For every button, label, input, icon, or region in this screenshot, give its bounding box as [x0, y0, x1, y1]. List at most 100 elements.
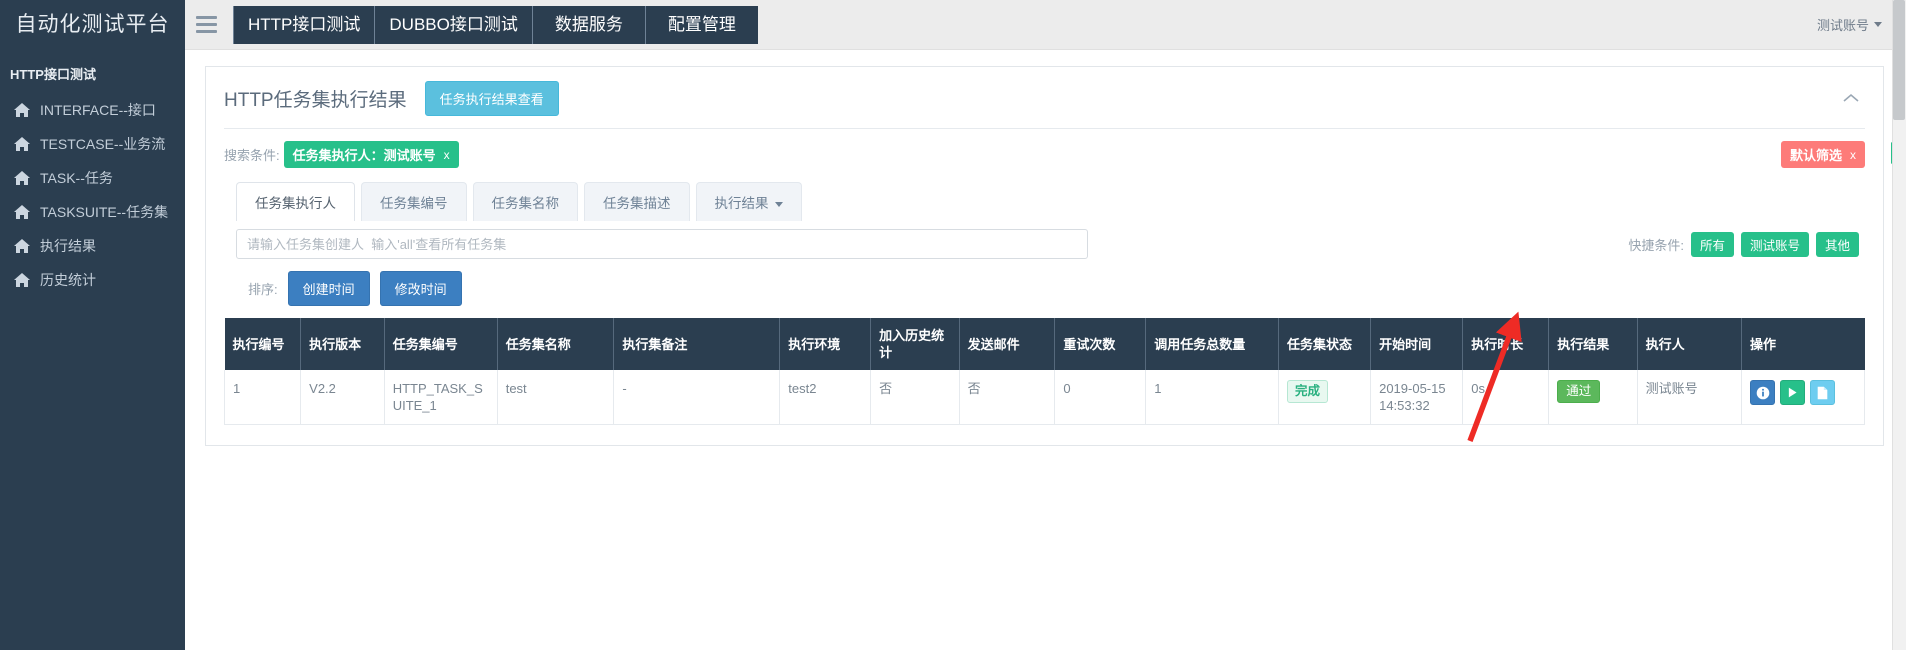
- search-condition-label: 搜索条件:: [224, 148, 280, 163]
- nav-tab-http[interactable]: HTTP接口测试: [233, 5, 376, 44]
- sidebar-item-tasksuite[interactable]: TASKSUITE--任务集: [0, 195, 185, 229]
- tab-exec-result[interactable]: 执行结果: [695, 182, 802, 221]
- top-navbar: HTTP接口测试 DUBBO接口测试 数据服务 配置管理 测试账号: [185, 0, 1906, 50]
- document-icon[interactable]: [1810, 380, 1836, 405]
- tab-suite-no[interactable]: 任务集编号: [361, 182, 467, 221]
- sidebar-item-label: INTERFACE--接口: [40, 102, 156, 118]
- nav-tab-data-service[interactable]: 数据服务: [532, 5, 646, 44]
- col-suite-remark: 执行集备注: [613, 318, 781, 370]
- status-badge[interactable]: 默认筛选 x: [1780, 141, 1865, 168]
- scrollbar-thumb[interactable]: [1893, 0, 1905, 120]
- chevron-down-icon: [774, 201, 783, 207]
- suite-status-badge: 完成: [1286, 380, 1328, 403]
- brand-title: 自动化测试平台: [15, 13, 170, 36]
- quick-condition-row: 快捷条件: 所有 测试账号 其他: [1628, 231, 1865, 257]
- app-root: 自动化测试平台 HTTP接口测试 INTERFACE--接口 TESTCASE-…: [0, 0, 1906, 650]
- filter-tabs: 任务集执行人 任务集编号 任务集名称 任务集描述 执行结果: [206, 176, 1883, 221]
- nav-tab-config[interactable]: 配置管理: [645, 5, 758, 44]
- cell-retry-count: 0: [1054, 370, 1147, 425]
- cell-suite-name: test: [497, 370, 615, 425]
- sidebar-item-testcase[interactable]: TESTCASE--业务流: [0, 127, 185, 161]
- sort-row: 排序: 创建时间 修改时间: [206, 259, 1883, 318]
- view-result-button[interactable]: 任务执行结果查看: [424, 81, 559, 116]
- cell-task-total: 1: [1145, 370, 1279, 425]
- top-nav-tabs: HTTP接口测试 DUBBO接口测试 数据服务 配置管理: [233, 0, 758, 50]
- col-result: 执行结果: [1548, 318, 1638, 370]
- quick-badge-other[interactable]: 其他: [1815, 231, 1859, 257]
- sidebar-item-label: TESTCASE--业务流: [40, 136, 166, 152]
- user-menu-label: 测试账号: [1816, 18, 1869, 33]
- hamburger-icon[interactable]: [185, 0, 227, 50]
- results-table: 执行编号 执行版本 任务集编号 任务集名称 执行集备注 执行环境 加入历史统计 …: [223, 318, 1865, 425]
- info-icon[interactable]: [1750, 380, 1776, 405]
- play-icon[interactable]: [1780, 380, 1806, 405]
- table-row[interactable]: 1 V2.2 HTTP_TASK_SUITE_1 test - test2 否 …: [223, 370, 1865, 425]
- page-body: HTTP任务集执行结果 任务执行结果查看 搜索条件: 任务集执行人：测试账号 x: [185, 50, 1906, 650]
- search-condition-row: 搜索条件: 任务集执行人：测试账号 x 默认筛选 x: [206, 129, 1905, 176]
- content-area: HTTP接口测试 DUBBO接口测试 数据服务 配置管理 测试账号 HTTP任务…: [185, 0, 1906, 650]
- home-icon: [14, 272, 30, 288]
- user-menu[interactable]: 测试账号: [1817, 15, 1882, 34]
- quick-badge-test-account[interactable]: 测试账号: [1740, 231, 1809, 257]
- home-icon: [14, 136, 30, 152]
- cell-suite-no: HTTP_TASK_SUITE_1: [384, 370, 498, 425]
- tab-suite-desc[interactable]: 任务集描述: [584, 182, 690, 221]
- cell-operations: [1741, 370, 1865, 425]
- col-task-total: 调用任务总数量: [1145, 318, 1279, 370]
- cell-start-time: 2019-05-15 14:53:32: [1370, 370, 1464, 425]
- cell-executor: 测试账号: [1637, 370, 1743, 425]
- col-suite-no: 任务集编号: [384, 318, 498, 370]
- sidebar-item-history-stats[interactable]: 历史统计: [0, 263, 185, 297]
- sidebar-item-label: 执行结果: [40, 238, 96, 254]
- sidebar-section-title: HTTP接口测试: [10, 67, 96, 82]
- default-filter-area: 默认筛选 x: [1780, 141, 1865, 168]
- col-join-history: 加入历史统计: [870, 318, 960, 370]
- chevron-down-icon: [1874, 22, 1882, 27]
- search-input-row: 快捷条件: 所有 测试账号 其他: [206, 221, 1883, 259]
- page-title: HTTP任务集执行结果: [224, 90, 407, 111]
- cell-exec-no: 1: [223, 370, 302, 425]
- home-icon: [14, 238, 30, 254]
- search-condition-tag[interactable]: 任务集执行人：测试账号 x: [283, 141, 459, 168]
- default-filter-label: 默认筛选: [1789, 148, 1842, 163]
- col-executor: 执行人: [1637, 318, 1743, 370]
- col-suite-status: 任务集状态: [1278, 318, 1372, 370]
- sidebar-item-task[interactable]: TASK--任务: [0, 161, 185, 195]
- sort-create-time-button[interactable]: 创建时间: [287, 271, 370, 306]
- sort-modify-time-button[interactable]: 修改时间: [379, 271, 462, 306]
- col-suite-name: 任务集名称: [497, 318, 615, 370]
- sidebar-item-label: TASK--任务: [40, 170, 113, 186]
- row-actions: [1750, 380, 1856, 405]
- quick-condition-label: 快捷条件:: [1628, 237, 1684, 253]
- sidebar-item-exec-result[interactable]: 执行结果: [0, 229, 185, 263]
- col-exec-no: 执行编号: [224, 318, 302, 370]
- close-icon[interactable]: x: [444, 148, 450, 162]
- search-input[interactable]: [236, 229, 1088, 259]
- page-scrollbar[interactable]: [1892, 0, 1906, 650]
- panel-header: HTTP任务集执行结果 任务执行结果查看: [206, 67, 1883, 128]
- tab-suite-name[interactable]: 任务集名称: [472, 182, 578, 221]
- cell-env: test2: [779, 370, 872, 425]
- col-env: 执行环境: [779, 318, 872, 370]
- cell-join-history: 否: [870, 370, 960, 425]
- tab-exec-result-label: 执行结果: [714, 196, 769, 211]
- sidebar-item-label: TASKSUITE--任务集: [40, 204, 169, 220]
- cell-exec-version: V2.2: [300, 370, 385, 425]
- nav-tab-dubbo[interactable]: DUBBO接口测试: [375, 5, 533, 44]
- col-retry-count: 重试次数: [1054, 318, 1147, 370]
- search-condition-tag-label: 任务集执行人：测试账号: [292, 148, 436, 163]
- col-operations: 操作: [1741, 318, 1865, 370]
- chevron-up-icon[interactable]: [1843, 91, 1865, 107]
- sidebar: 自动化测试平台 HTTP接口测试 INTERFACE--接口 TESTCASE-…: [0, 0, 185, 650]
- cell-suite-status: 完成: [1278, 370, 1372, 425]
- results-panel: HTTP任务集执行结果 任务执行结果查看 搜索条件: 任务集执行人：测试账号 x: [205, 66, 1905, 446]
- quick-badge-all[interactable]: 所有: [1690, 231, 1734, 257]
- sidebar-item-interface[interactable]: INTERFACE--接口: [0, 93, 185, 127]
- close-icon[interactable]: x: [1850, 148, 1856, 162]
- cell-result: 通过: [1548, 370, 1638, 425]
- home-icon: [14, 102, 30, 118]
- results-table-wrap: 执行编号 执行版本 任务集编号 任务集名称 执行集备注 执行环境 加入历史统计 …: [206, 318, 1883, 425]
- tab-suite-executor[interactable]: 任务集执行人: [236, 182, 355, 221]
- cell-send-mail: 否: [959, 370, 1056, 425]
- sort-label: 排序:: [248, 282, 278, 297]
